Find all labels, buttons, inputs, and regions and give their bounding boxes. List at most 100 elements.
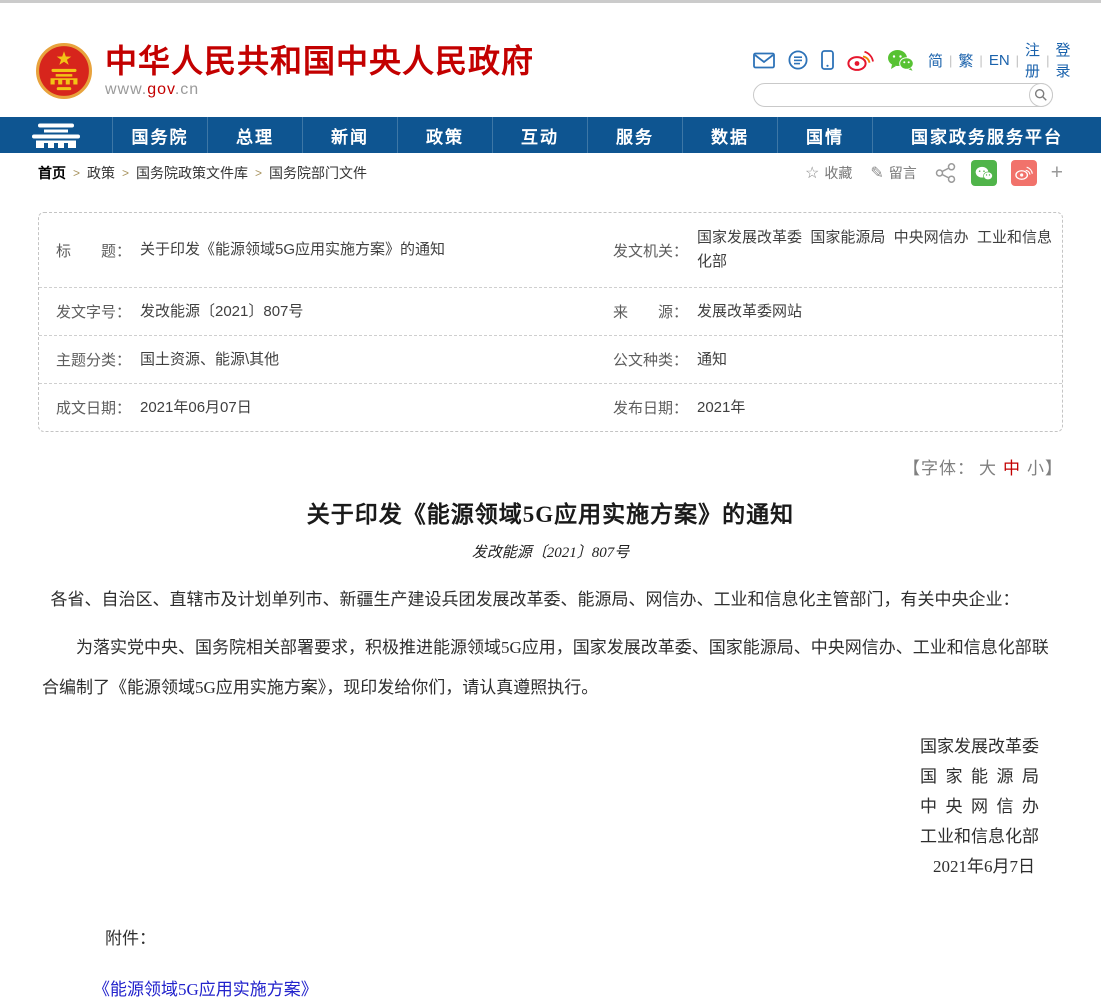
comment-button[interactable]: ✎留言 bbox=[870, 163, 916, 183]
search-box bbox=[753, 83, 1053, 107]
link-separator: | bbox=[979, 53, 982, 68]
font-size-small-button[interactable]: 小 bbox=[1027, 459, 1045, 478]
more-share-button[interactable]: + bbox=[1051, 161, 1063, 185]
nav-label: 数据 bbox=[711, 123, 749, 148]
lang-simplified-link[interactable]: 简 bbox=[928, 50, 943, 71]
url-prefix: www. bbox=[105, 81, 147, 98]
page-actions: ☆收藏 ✎留言 + bbox=[787, 160, 1063, 186]
comment-label: 留言 bbox=[889, 163, 917, 183]
signature-block: 国家发展改革委 国家能源局 中央网信办 工业和信息化部 2021年6月7日 bbox=[42, 732, 1039, 882]
nav-item-interaction[interactable]: 互动 bbox=[492, 117, 587, 153]
meta-label: 发文字号： bbox=[56, 301, 140, 322]
document-body: 各省、自治区、直辖市及计划单列市、新疆生产建设兵团发展改革委、能源局、网信办、工… bbox=[42, 580, 1059, 708]
register-link[interactable]: 注册 bbox=[1025, 39, 1040, 81]
header-quick-links: 简|繁|EN|注册|登录 bbox=[753, 48, 1053, 72]
nav-label: 总理 bbox=[236, 123, 274, 148]
nav-item-data[interactable]: 数据 bbox=[682, 117, 777, 153]
meta-label: 发文机关： bbox=[613, 240, 697, 261]
nav-item-gov-service-platform[interactable]: 国家政务服务平台 bbox=[872, 117, 1101, 153]
search-button[interactable] bbox=[1029, 83, 1053, 107]
star-icon: ☆ bbox=[805, 163, 819, 183]
share-icon bbox=[935, 163, 957, 183]
site-logo[interactable]: 中华人民共和国中央人民政府 www.gov.cn bbox=[36, 43, 534, 99]
wechat-icon[interactable] bbox=[887, 49, 914, 71]
meta-cell-publish-date: 发布日期： 2021年 bbox=[596, 384, 1062, 431]
breadcrumb-separator: > bbox=[122, 166, 129, 180]
breadcrumb-policy-library[interactable]: 国务院政策文件库 bbox=[136, 163, 248, 183]
meta-row-dates: 成文日期： 2021年06月07日 发布日期： 2021年 bbox=[39, 383, 1062, 431]
message-icon[interactable] bbox=[788, 50, 808, 70]
breadcrumb-bar: 首页 > 政策 > 国务院政策文件库 > 国务院部门文件 ☆收藏 ✎留言 + bbox=[0, 153, 1101, 193]
signature-date: 2021年6月7日 bbox=[42, 852, 1035, 882]
meta-cell-written-date: 成文日期： 2021年06月07日 bbox=[39, 384, 596, 431]
signature-ndrc: 国家发展改革委 bbox=[42, 732, 1039, 762]
login-link[interactable]: 登录 bbox=[1055, 39, 1070, 81]
breadcrumb-separator: > bbox=[73, 166, 80, 180]
meta-label: 标 题： bbox=[56, 240, 140, 261]
font-widget-suffix: 】 bbox=[1045, 459, 1063, 478]
nav-label: 新闻 bbox=[331, 123, 369, 148]
breadcrumb-home[interactable]: 首页 bbox=[38, 163, 66, 183]
meta-row-title: 标 题： 关于印发《能源领域5G应用实施方案》的通知 发文机关： 国家发展改革委… bbox=[39, 213, 1062, 287]
nav-item-news[interactable]: 新闻 bbox=[302, 117, 397, 153]
site-header: 中华人民共和国中央人民政府 www.gov.cn 简|繁|EN|注册|登录 bbox=[0, 3, 1101, 117]
meta-cell-category: 主题分类： 国土资源、能源\其他 bbox=[39, 336, 596, 383]
signature-miit: 工业和信息化部 bbox=[42, 822, 1039, 852]
url-mid: gov bbox=[147, 81, 175, 98]
site-url: www.gov.cn bbox=[105, 81, 534, 99]
share-wechat-button[interactable] bbox=[971, 160, 997, 186]
font-size-medium-button[interactable]: 中 bbox=[1003, 459, 1021, 478]
meta-label: 来 源： bbox=[613, 301, 697, 322]
meta-cell-issuing-agency: 发文机关： 国家发展改革委 国家能源局 中央网信办 工业和信息化部 bbox=[596, 213, 1062, 287]
lang-traditional-link[interactable]: 繁 bbox=[958, 50, 973, 71]
nav-item-policy[interactable]: 政策 bbox=[397, 117, 492, 153]
meta-value: 发展改革委网站 bbox=[697, 300, 802, 324]
meta-value: 2021年 bbox=[697, 396, 745, 420]
meta-cell-source: 来 源： 发展改革委网站 bbox=[596, 288, 1062, 335]
font-widget-prefix: 【字体： bbox=[903, 459, 975, 478]
meta-value: 发改能源〔2021〕807号 bbox=[140, 300, 303, 324]
breadcrumb-department-docs[interactable]: 国务院部门文件 bbox=[269, 163, 367, 183]
meta-label: 发布日期： bbox=[613, 397, 697, 418]
weibo-icon bbox=[1015, 166, 1033, 180]
nav-label: 国家政务服务平台 bbox=[911, 123, 1063, 148]
weibo-icon[interactable] bbox=[847, 50, 874, 71]
wechat-icon bbox=[975, 166, 993, 181]
attachment-link[interactable]: 《能源领域5G应用实施方案》 bbox=[93, 975, 318, 1000]
nav-item-national-conditions[interactable]: 国情 bbox=[777, 117, 872, 153]
share-weibo-button[interactable] bbox=[1011, 160, 1037, 186]
font-size-widget: 【字体：大中小】 bbox=[38, 454, 1063, 479]
nav-item-state-council[interactable]: 国务院 bbox=[112, 117, 207, 153]
font-size-large-button[interactable]: 大 bbox=[979, 459, 997, 478]
link-separator: | bbox=[1016, 53, 1019, 68]
share-button[interactable] bbox=[935, 163, 957, 183]
paragraph-addressees: 各省、自治区、直辖市及计划单列市、新疆生产建设兵团发展改革委、能源局、网信办、工… bbox=[42, 580, 1059, 620]
meta-value: 国家发展改革委 国家能源局 中央网信办 工业和信息化部 bbox=[697, 226, 1057, 274]
breadcrumb-policy[interactable]: 政策 bbox=[87, 163, 115, 183]
nav-label: 互动 bbox=[521, 123, 559, 148]
signature-energy-administration: 国家能源局 bbox=[42, 762, 1048, 792]
mobile-icon[interactable] bbox=[821, 50, 834, 70]
paragraph-main: 为落实党中央、国务院相关部署要求，积极推进能源领域5G应用，国家发展改革委、国家… bbox=[42, 628, 1059, 708]
meta-value: 通知 bbox=[697, 348, 727, 372]
nav-item-premier[interactable]: 总理 bbox=[207, 117, 302, 153]
lang-english-link[interactable]: EN bbox=[989, 52, 1010, 69]
meta-value: 关于印发《能源领域5G应用实施方案》的通知 bbox=[140, 238, 445, 262]
header-right: 简|繁|EN|注册|登录 bbox=[753, 48, 1053, 107]
nav-label: 服务 bbox=[616, 123, 654, 148]
nav-label: 国务院 bbox=[132, 123, 189, 148]
main-nav: 国务院 总理 新闻 政策 互动 服务 数据 国情 国家政务服务平台 bbox=[0, 117, 1101, 153]
meta-cell-doc-number: 发文字号： 发改能源〔2021〕807号 bbox=[39, 288, 596, 335]
site-ident: 中华人民共和国中央人民政府 www.gov.cn bbox=[105, 43, 534, 99]
article: 关于印发《能源领域5G应用实施方案》的通知 发改能源〔2021〕807号 各省、… bbox=[0, 495, 1101, 1000]
nav-label: 政策 bbox=[426, 123, 464, 148]
nav-home-button[interactable] bbox=[0, 117, 112, 153]
meta-label: 公文种类： bbox=[613, 349, 697, 370]
meta-cell-title: 标 题： 关于印发《能源领域5G应用实施方案》的通知 bbox=[39, 213, 596, 287]
mail-icon[interactable] bbox=[753, 52, 775, 69]
nav-item-services[interactable]: 服务 bbox=[587, 117, 682, 153]
breadcrumb: 首页 > 政策 > 国务院政策文件库 > 国务院部门文件 bbox=[38, 163, 367, 183]
meta-label: 成文日期： bbox=[56, 397, 140, 418]
favorite-button[interactable]: ☆收藏 bbox=[805, 163, 852, 183]
search-input[interactable] bbox=[753, 83, 1053, 107]
